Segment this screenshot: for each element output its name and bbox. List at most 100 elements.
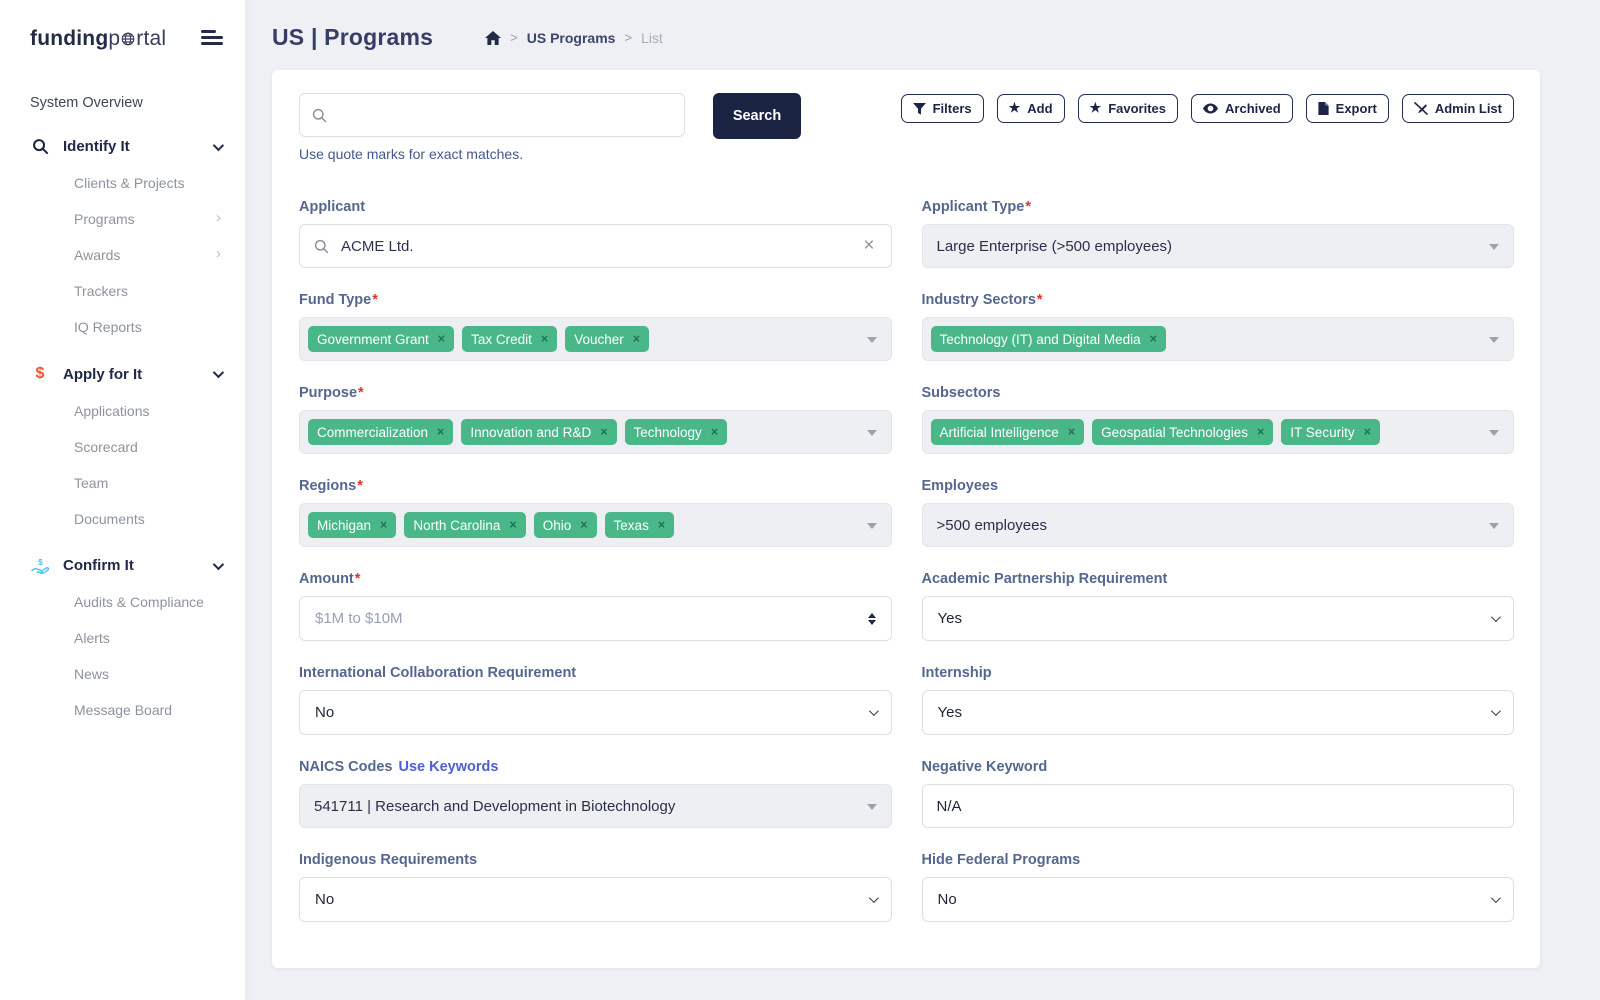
sidebar-item-applications[interactable]: Applications: [74, 403, 245, 419]
star-icon: ★: [1009, 101, 1021, 114]
use-keywords-link[interactable]: Use Keywords: [398, 759, 498, 775]
chevron-right-icon: ›: [216, 211, 221, 225]
applicant-type-select[interactable]: Large Enterprise (>500 employees): [922, 224, 1515, 268]
sidebar-section-apply-for-it[interactable]: $ Apply for It: [0, 365, 245, 383]
industry-sectors-label: Industry Sectors*: [922, 292, 1515, 308]
favorites-button[interactable]: ★ Favorites: [1078, 94, 1178, 123]
sidebar-item-news[interactable]: News: [74, 666, 245, 682]
logo-text-light2: rtal: [136, 27, 166, 51]
sidebar-section-identify-it[interactable]: Identify It: [0, 138, 245, 155]
add-button[interactable]: ★ Add: [997, 94, 1065, 123]
tag-remove-icon[interactable]: ×: [541, 333, 548, 346]
academic-partnership-select[interactable]: Yes: [922, 596, 1515, 641]
tag-remove-icon[interactable]: ×: [600, 426, 607, 439]
button-label: Filters: [933, 101, 972, 116]
sidebar-item-message-board[interactable]: Message Board: [74, 702, 245, 718]
tag-remove-icon[interactable]: ×: [1364, 426, 1371, 439]
breadcrumb-us-programs[interactable]: US Programs: [527, 30, 616, 46]
select-value: $1M to $10M: [315, 610, 403, 627]
file-icon: [1318, 102, 1329, 115]
logo-text-bold: funding: [30, 27, 108, 51]
regions-multiselect[interactable]: Michigan× North Carolina× Ohio× Texas×: [299, 503, 892, 547]
tag-remove-icon[interactable]: ×: [580, 519, 587, 532]
menu-toggle-icon[interactable]: [201, 30, 223, 46]
amount-select[interactable]: $1M to $10M: [299, 596, 892, 641]
search-icon: [31, 138, 49, 155]
tag-remove-icon[interactable]: ×: [437, 426, 444, 439]
academic-partnership-label: Academic Partnership Requirement: [922, 571, 1515, 587]
sidebar-item-awards[interactable]: Awards ›: [74, 247, 245, 263]
negative-keyword-field: [922, 784, 1515, 828]
purpose-multiselect[interactable]: Commercialization× Innovation and R&D× T…: [299, 410, 892, 454]
select-value: No: [315, 704, 334, 721]
chevron-down-icon: [1491, 612, 1501, 622]
home-icon[interactable]: [485, 31, 501, 45]
export-button[interactable]: Export: [1306, 94, 1389, 123]
sidebar-item-documents[interactable]: Documents: [74, 511, 245, 527]
tag-remove-icon[interactable]: ×: [438, 333, 445, 346]
tag: Artificial Intelligence×: [931, 419, 1085, 445]
dollar-icon: $: [31, 365, 49, 383]
indigenous-select[interactable]: No: [299, 877, 892, 922]
sidebar-item-iq-reports[interactable]: IQ Reports: [74, 319, 245, 335]
internship-select[interactable]: Yes: [922, 690, 1515, 735]
caret-down-icon: [1489, 430, 1499, 436]
chevron-down-icon: [213, 558, 224, 569]
tag-remove-icon[interactable]: ×: [1150, 333, 1157, 346]
svg-text:$: $: [38, 558, 43, 567]
negative-keyword-input[interactable]: [937, 798, 1500, 815]
tag-remove-icon[interactable]: ×: [1257, 426, 1264, 439]
filters-button[interactable]: Filters: [901, 94, 984, 123]
programs-search-input[interactable]: [335, 107, 672, 124]
sidebar-item-scorecard[interactable]: Scorecard: [74, 439, 245, 455]
tag-remove-icon[interactable]: ×: [711, 426, 718, 439]
sidebar-item-system-overview[interactable]: System Overview: [30, 95, 245, 111]
clear-icon[interactable]: ×: [863, 235, 874, 257]
tag-remove-icon[interactable]: ×: [633, 333, 640, 346]
sidebar-item-audits-compliance[interactable]: Audits & Compliance: [74, 594, 245, 610]
subsectors-multiselect[interactable]: Artificial Intelligence× Geospatial Tech…: [922, 410, 1515, 454]
tag-remove-icon[interactable]: ×: [1068, 426, 1075, 439]
tag-remove-icon[interactable]: ×: [658, 519, 665, 532]
intl-collab-select[interactable]: No: [299, 690, 892, 735]
subsectors-label: Subsectors: [922, 385, 1515, 401]
sidebar-item-programs[interactable]: Programs ›: [74, 211, 245, 227]
app-logo: fundingp rtal: [30, 27, 166, 51]
tag-label: Voucher: [574, 332, 624, 347]
breadcrumb: > US Programs > List: [485, 30, 663, 46]
tag: Texas×: [605, 512, 675, 538]
button-label: Export: [1336, 101, 1377, 116]
required-asterisk: *: [372, 292, 378, 308]
tag: IT Security×: [1281, 419, 1380, 445]
tag-remove-icon[interactable]: ×: [509, 519, 516, 532]
sidebar-item-team[interactable]: Team: [74, 475, 245, 491]
chevron-down-icon: [213, 139, 224, 150]
applicant-input[interactable]: [341, 238, 877, 255]
tag-label: Tax Credit: [471, 332, 532, 347]
button-label: Add: [1027, 101, 1052, 116]
tag: Tax Credit ×: [462, 326, 557, 352]
sidebar-section-confirm-it[interactable]: $ Confirm It: [0, 557, 245, 574]
employees-select[interactable]: >500 employees: [922, 503, 1515, 547]
caret-down-icon: [867, 523, 877, 529]
main-content: US | Programs > US Programs > List Searc…: [245, 0, 1600, 968]
star-icon: ★: [1090, 101, 1102, 114]
required-asterisk: *: [355, 571, 361, 587]
archived-button[interactable]: Archived: [1191, 94, 1293, 123]
tag: Innovation and R&D×: [461, 419, 616, 445]
fund-type-multiselect[interactable]: Government Grant × Tax Credit × Voucher ×: [299, 317, 892, 361]
hide-federal-select[interactable]: No: [922, 877, 1515, 922]
select-value: 541711 | Research and Development in Bio…: [314, 798, 675, 815]
tag-label: Government Grant: [317, 332, 429, 347]
sidebar-item-trackers[interactable]: Trackers: [74, 283, 245, 299]
breadcrumb-separator: >: [510, 30, 518, 45]
tag-remove-icon[interactable]: ×: [380, 519, 387, 532]
sidebar-item-clients-projects[interactable]: Clients & Projects: [74, 175, 245, 191]
sidebar-item-label: Programs: [74, 211, 135, 227]
required-asterisk: *: [358, 385, 364, 401]
search-button[interactable]: Search: [713, 93, 801, 139]
naics-select[interactable]: 541711 | Research and Development in Bio…: [299, 784, 892, 828]
industry-sectors-multiselect[interactable]: Technology (IT) and Digital Media×: [922, 317, 1515, 361]
admin-list-button[interactable]: Admin List: [1402, 94, 1514, 123]
sidebar-item-alerts[interactable]: Alerts: [74, 630, 245, 646]
